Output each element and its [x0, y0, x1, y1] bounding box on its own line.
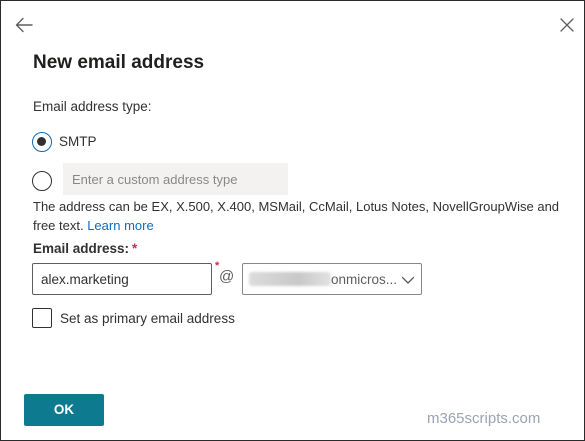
domain-dropdown-value: onmicros...	[331, 272, 398, 287]
custom-type-radio[interactable]	[32, 171, 52, 191]
learn-more-link[interactable]: Learn more	[87, 218, 153, 233]
primary-email-checkbox[interactable]	[32, 308, 52, 328]
email-address-label-text: Email address:	[33, 241, 130, 256]
smtp-radio-label[interactable]: SMTP	[59, 134, 97, 149]
email-address-type-label: Email address type:	[33, 99, 152, 114]
custom-address-type-input[interactable]	[63, 163, 288, 195]
dialog-panel: New email address Email address type: SM…	[0, 0, 585, 441]
email-local-part-input[interactable]	[32, 263, 212, 295]
email-address-label: Email address: *	[33, 241, 137, 256]
page-title: New email address	[33, 52, 205, 73]
close-button[interactable]	[557, 15, 577, 35]
arrow-left-icon	[15, 17, 33, 33]
redacted-domain-prefix	[249, 272, 331, 286]
at-sign: @	[219, 268, 235, 285]
watermark: m365scripts.com	[427, 410, 541, 427]
domain-dropdown[interactable]: onmicros...	[242, 263, 422, 295]
required-star: *	[132, 241, 138, 256]
address-help-text: The address can be EX, X.500, X.400, MSM…	[33, 197, 568, 235]
ok-button[interactable]: OK	[24, 394, 104, 426]
close-icon	[560, 18, 574, 32]
primary-email-checkbox-label[interactable]: Set as primary email address	[60, 311, 235, 326]
back-button[interactable]	[13, 14, 35, 36]
chevron-down-icon	[401, 276, 415, 284]
smtp-radio[interactable]	[32, 132, 52, 152]
